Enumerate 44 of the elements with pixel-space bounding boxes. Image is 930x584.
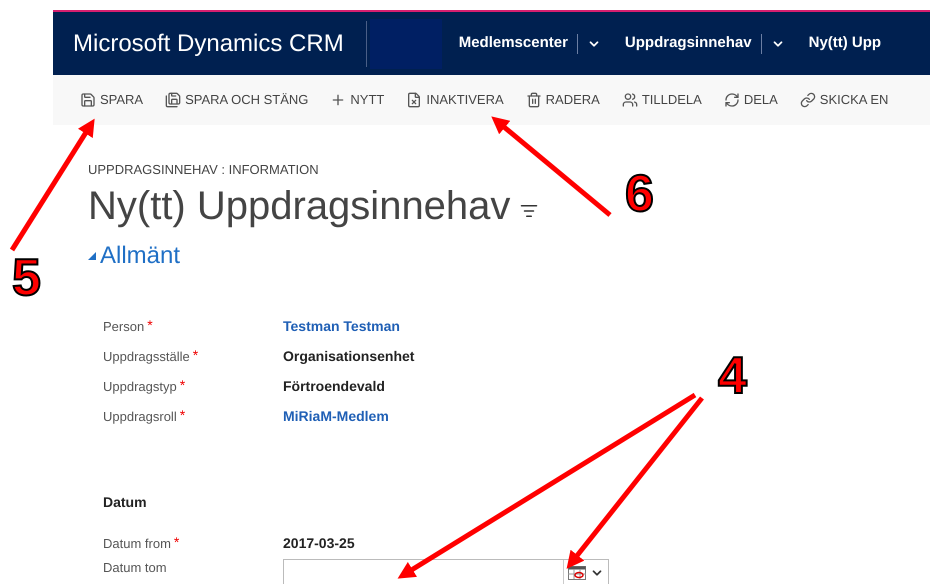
required-asterisk: * (192, 348, 198, 362)
field-value: Förtroendevald (283, 377, 385, 396)
subsection-title: Datum (103, 492, 148, 512)
annotation-number: 5 (12, 252, 41, 304)
field-value: 2017-03-25 (283, 534, 355, 553)
field-value-link[interactable]: MiRiaM-Medlem (283, 406, 389, 427)
toolbar-button[interactable]: SPARA OCH STÄNG (165, 90, 308, 110)
people-icon (622, 92, 638, 108)
field-label: Uppdragstyp (103, 378, 177, 396)
toolbar-button[interactable]: NYTT (330, 90, 384, 110)
field-label: Datum tom (103, 558, 167, 576)
form-title: Ny(tt) Uppdragsinnehav (88, 182, 510, 230)
required-asterisk: * (180, 408, 186, 422)
field-label: Datum from (103, 534, 171, 552)
nav-link[interactable]: Ny(tt) Upp (808, 32, 882, 55)
field-label: Person (103, 318, 144, 336)
save-all-icon (165, 92, 182, 108)
trash-icon (526, 92, 542, 108)
toolbar-button[interactable]: TILLDELA (622, 90, 702, 110)
annotation-number: 6 (625, 168, 654, 220)
section-title[interactable]: Allmänt (100, 238, 180, 274)
toolbar-button[interactable]: DELA (724, 90, 778, 110)
required-asterisk: * (180, 378, 186, 392)
toolbar-button[interactable]: RADERA (526, 90, 600, 110)
annotation-number: 4 (718, 350, 747, 402)
toolbar-button[interactable]: SPARA (80, 90, 144, 110)
nav-link[interactable]: Uppdragsinnehav (624, 32, 752, 55)
entity-label: UPPDRAGSINNEHAV : INFORMATION (88, 161, 320, 179)
toolbar-button[interactable]: INAKTIVERA (406, 90, 504, 110)
field-label: Uppdragsställe (103, 348, 190, 366)
required-asterisk: * (147, 318, 153, 332)
document-x-icon (406, 92, 422, 108)
date-input-field[interactable] (283, 558, 609, 584)
circular-arrows-icon (724, 92, 740, 108)
field-label: Uppdragsroll (103, 408, 177, 426)
toolbar-button[interactable]: SKICKA EN (800, 90, 888, 110)
field-value-link[interactable]: Testman Testman (283, 316, 400, 337)
calendar-icon[interactable] (568, 566, 586, 580)
field-value: Organisationsenhet (283, 347, 414, 366)
required-asterisk: * (174, 534, 180, 548)
nav-link[interactable]: Medlemscenter (458, 32, 568, 55)
collapse-triangle-icon[interactable] (88, 252, 96, 260)
app-title: Microsoft Dynamics CRM (72, 28, 345, 58)
link-icon (800, 92, 816, 108)
